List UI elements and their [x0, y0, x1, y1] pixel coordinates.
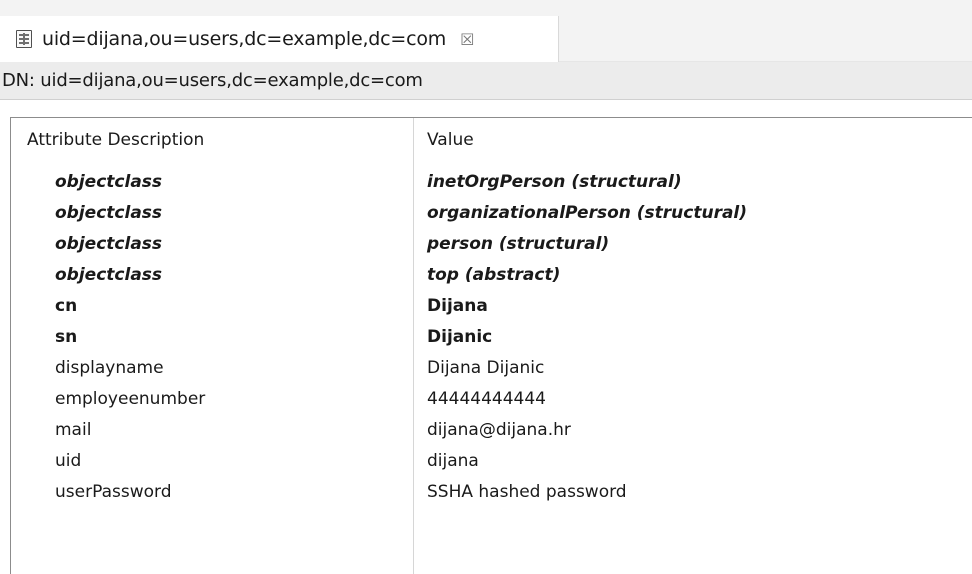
tab-title: uid=dijana,ou=users,dc=example,dc=com	[42, 28, 447, 50]
header-value[interactable]: Value	[427, 130, 474, 150]
top-strip	[0, 0, 972, 16]
value-cell: person (structural)	[427, 233, 610, 254]
table-row[interactable]: mail dijana@dijana.hr	[11, 414, 972, 445]
dn-label: DN: uid=dijana,ou=users,dc=example,dc=co…	[2, 70, 423, 91]
attribute-cell: mail	[55, 419, 92, 440]
attribute-cell: employeenumber	[55, 388, 206, 409]
attribute-cell: userPassword	[55, 481, 172, 502]
close-icon[interactable]: ☒	[460, 30, 474, 49]
value-cell: Dijana Dijanic	[427, 357, 545, 378]
attribute-cell: sn	[55, 326, 78, 347]
attribute-cell: displayname	[55, 357, 164, 378]
table-row[interactable]: userPassword SSHA hashed password	[11, 476, 972, 507]
table-header-row: Attribute Description Value	[11, 124, 972, 155]
value-cell: dijana	[427, 450, 479, 471]
header-attribute-description[interactable]: Attribute Description	[27, 130, 204, 150]
table-row[interactable]: objectclass inetOrgPerson (structural)	[11, 166, 972, 197]
attribute-cell: objectclass	[55, 171, 163, 192]
dn-bar: DN: uid=dijana,ou=users,dc=example,dc=co…	[0, 62, 972, 100]
value-cell: inetOrgPerson (structural)	[427, 171, 682, 192]
table-row[interactable]: objectclass organizationalPerson (struct…	[11, 197, 972, 228]
attribute-table: Attribute Description Value objectclass …	[10, 117, 972, 574]
table-row[interactable]: cn Dijana	[11, 290, 972, 321]
table-row[interactable]: employeenumber 44444444444	[11, 383, 972, 414]
attribute-cell: objectclass	[55, 202, 163, 223]
entry-editor-icon	[16, 30, 32, 48]
value-cell: dijana@dijana.hr	[427, 419, 571, 440]
attribute-cell: cn	[55, 295, 78, 316]
value-cell: Dijana	[427, 295, 488, 316]
attribute-cell: objectclass	[55, 264, 163, 285]
value-cell: SSHA hashed password	[427, 481, 627, 502]
table-row[interactable]: displayname Dijana Dijanic	[11, 352, 972, 383]
attribute-cell: uid	[55, 450, 82, 471]
table-row[interactable]: objectclass person (structural)	[11, 228, 972, 259]
table-row[interactable]: uid dijana	[11, 445, 972, 476]
editor-tab-bar: uid=dijana,ou=users,dc=example,dc=com ☒	[0, 16, 972, 62]
table-row[interactable]: sn Dijanic	[11, 321, 972, 352]
value-cell: top (abstract)	[427, 264, 561, 285]
value-cell: 44444444444	[427, 388, 546, 409]
table-row[interactable]: objectclass top (abstract)	[11, 259, 972, 290]
value-cell: organizationalPerson (structural)	[427, 202, 748, 223]
tab-entry-editor[interactable]: uid=dijana,ou=users,dc=example,dc=com ☒	[0, 16, 559, 62]
value-cell: Dijanic	[427, 326, 493, 347]
attribute-cell: objectclass	[55, 233, 163, 254]
